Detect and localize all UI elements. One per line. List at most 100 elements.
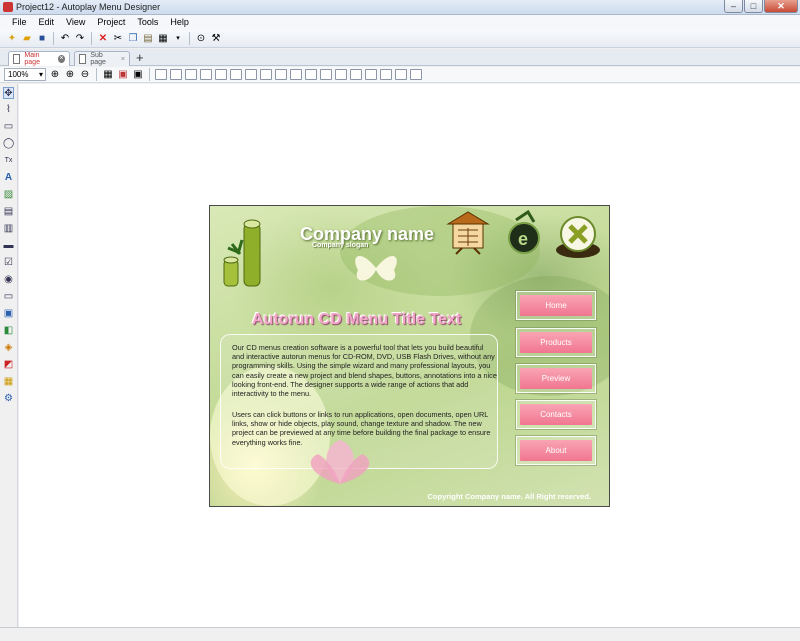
preview-play-icon[interactable]: ⊙: [195, 33, 207, 45]
layout-toolbar: 100% ⊕ ⊕ ⊖ ▦ ▣ ▣: [0, 67, 800, 83]
group-icon[interactable]: [380, 69, 392, 80]
page-icon: [13, 54, 21, 64]
slideshow-icon[interactable]: ▤: [3, 206, 14, 218]
bring-front-icon[interactable]: [350, 69, 362, 80]
zoom-out-icon[interactable]: ⊖: [79, 69, 91, 81]
delete-icon[interactable]: ✕: [97, 33, 109, 45]
radio-icon[interactable]: ◉: [3, 274, 14, 286]
ellipse-icon[interactable]: ◯: [3, 138, 14, 150]
page-tabs: Main page × Sub page ×: [0, 49, 800, 66]
same-height-icon[interactable]: [260, 69, 272, 80]
align-right-icon[interactable]: [185, 69, 197, 80]
undo-icon[interactable]: ↶: [59, 33, 71, 45]
page-icon: [79, 54, 87, 64]
space-vertical-icon[interactable]: [305, 69, 317, 80]
web-browser-icon[interactable]: ▣: [3, 308, 14, 320]
align-top-icon[interactable]: [200, 69, 212, 80]
app-icon: [3, 2, 13, 12]
video-icon[interactable]: ▥: [3, 223, 14, 235]
dropdown-arrow-icon[interactable]: ▾: [172, 33, 184, 45]
tab-sub-page[interactable]: Sub page ×: [74, 51, 130, 66]
select-pointer-icon[interactable]: ✥: [3, 87, 14, 99]
media-player-icon[interactable]: ◈: [3, 342, 14, 354]
align-middle-icon[interactable]: [215, 69, 227, 80]
menu-view[interactable]: View: [60, 15, 91, 30]
align-center-icon[interactable]: [170, 69, 182, 80]
zoom-select[interactable]: 100%: [4, 68, 46, 81]
copy-icon[interactable]: ❐: [127, 33, 139, 45]
copyright-text[interactable]: Copyright Company name. All Right reserv…: [427, 492, 591, 501]
properties-icon[interactable]: [410, 69, 422, 80]
build-hammer-icon[interactable]: ⚒: [210, 33, 222, 45]
pdf-icon[interactable]: ◩: [3, 359, 14, 371]
nav-button-label: Home: [520, 295, 592, 316]
close-x-icon[interactable]: [554, 214, 602, 260]
nav-button-products[interactable]: Products: [515, 327, 597, 358]
menu-title-text[interactable]: Autorun CD Menu Title Text: [252, 311, 461, 329]
checkbox-icon[interactable]: ☑: [3, 257, 14, 269]
tab-main-page[interactable]: Main page ×: [8, 51, 70, 66]
description-paragraph-1: Our CD menus creation software is a powe…: [232, 343, 497, 399]
menu-help[interactable]: Help: [164, 15, 195, 30]
same-size-icon[interactable]: [275, 69, 287, 80]
rectangle-icon[interactable]: ▭: [3, 121, 14, 133]
bamboo-pot-image: [223, 219, 261, 287]
zoom-fit-icon[interactable]: ⊕: [64, 69, 76, 81]
text-box-icon[interactable]: Tx: [3, 155, 14, 167]
same-width-icon[interactable]: [245, 69, 257, 80]
ungroup-icon[interactable]: [395, 69, 407, 80]
close-tab-icon[interactable]: ×: [121, 56, 125, 63]
maximize-button[interactable]: □: [744, 0, 763, 13]
polygon-icon[interactable]: ⌇: [3, 104, 14, 116]
zoom-in-icon[interactable]: ⊕: [49, 69, 61, 81]
center-horizontal-icon[interactable]: [320, 69, 332, 80]
list-icon[interactable]: ▭: [3, 291, 14, 303]
close-tab-icon[interactable]: ×: [57, 55, 65, 63]
menu-tools[interactable]: Tools: [131, 15, 164, 30]
nav-button-label: About: [520, 440, 592, 461]
tab-label: Main page: [24, 52, 40, 66]
nav-button-preview[interactable]: Preview: [515, 363, 597, 394]
send-back-icon[interactable]: [365, 69, 377, 80]
image-icon[interactable]: ▨: [3, 189, 14, 201]
nav-button-contacts[interactable]: Contacts: [515, 399, 597, 430]
lotus-flower-image: [310, 440, 370, 484]
tab-label: Sub page: [90, 52, 106, 66]
snap-icon[interactable]: ▣: [117, 69, 129, 81]
space-horizontal-icon[interactable]: [290, 69, 302, 80]
text-label-icon[interactable]: A: [3, 172, 14, 184]
save-icon[interactable]: ■: [36, 33, 48, 45]
plugins-icon[interactable]: ⚙: [3, 393, 14, 405]
paste-special-icon[interactable]: ▦: [157, 33, 169, 45]
menu-page-design[interactable]: Company name Company slogan e Autorun CD…: [209, 205, 610, 507]
butterfly-image: [355, 255, 397, 281]
document-icon[interactable]: ▦: [3, 376, 14, 388]
new-project-icon[interactable]: ✦: [6, 33, 18, 45]
open-folder-icon[interactable]: ▰: [21, 33, 33, 45]
grid-icon[interactable]: ▦: [102, 69, 114, 81]
nav-button-home[interactable]: Home: [515, 290, 597, 321]
menu-bar: File Edit View Project Tools Help: [0, 15, 800, 30]
ie-browser-icon[interactable]: e: [506, 210, 546, 256]
svg-text:e: e: [518, 229, 528, 249]
add-page-button[interactable]: +: [136, 51, 144, 64]
menu-project[interactable]: Project: [91, 15, 131, 30]
menu-edit[interactable]: Edit: [33, 15, 61, 30]
paste-icon[interactable]: ▤: [142, 33, 154, 45]
button-icon[interactable]: ▬: [3, 240, 14, 252]
close-button[interactable]: ✕: [764, 0, 798, 13]
shrine-icon[interactable]: [444, 210, 492, 256]
flash-icon[interactable]: ◧: [3, 325, 14, 337]
main-toolbar: ✦ ▰ ■ ↶ ↷ ✕ ✂ ❐ ▤ ▦ ▾ ⊙ ⚒: [0, 30, 800, 48]
cut-icon[interactable]: ✂: [112, 33, 124, 45]
minimize-button[interactable]: –: [724, 0, 743, 13]
redo-icon[interactable]: ↷: [74, 33, 86, 45]
object-toolbox: ✥ ⌇ ▭ ◯ Tx A ▨ ▤ ▥ ▬ ☑ ◉ ▭ ▣ ◧ ◈ ◩ ▦ ⚙: [0, 84, 18, 634]
nav-button-about[interactable]: About: [515, 435, 597, 466]
window-title: Project12 - Autoplay Menu Designer: [16, 2, 161, 12]
align-bottom-icon[interactable]: [230, 69, 242, 80]
menu-file[interactable]: File: [6, 15, 33, 30]
center-vertical-icon[interactable]: [335, 69, 347, 80]
align-left-icon[interactable]: [155, 69, 167, 80]
lock-icon[interactable]: ▣: [132, 69, 144, 81]
